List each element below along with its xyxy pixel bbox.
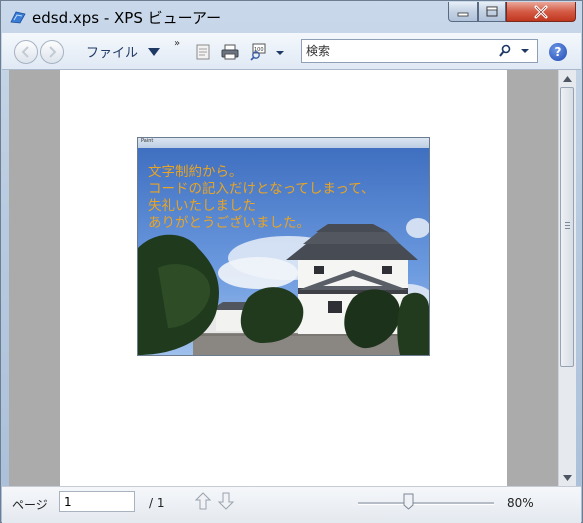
maximize-button[interactable] (478, 2, 506, 22)
search-options-dropdown-icon[interactable] (520, 47, 530, 55)
document-outline-icon[interactable] (194, 43, 212, 61)
next-page-icon[interactable] (218, 492, 234, 510)
title-bar[interactable]: edsd.xps - XPS ビューアー (1, 1, 582, 33)
toolbar-overflow-button[interactable]: » (174, 38, 180, 49)
page-total: / 1 (149, 496, 165, 510)
window-title: edsd.xps - XPS ビューアー (32, 9, 222, 27)
toolbar: ファイル » 100 検索 ? (2, 33, 581, 70)
scroll-up-button[interactable] (559, 70, 576, 87)
zoom-slider-thumb[interactable] (403, 493, 414, 510)
overlay-line: 文字制約から。 (148, 164, 243, 180)
search-box[interactable] (301, 39, 538, 63)
overlay-line: コードの記入だけとなってしまって、 (148, 181, 375, 197)
minimize-icon (457, 12, 469, 16)
overlay-line: ありがとうございました。 (148, 215, 310, 231)
back-arrow-icon (21, 46, 29, 58)
status-bar: ページ / 1 80% (2, 486, 581, 523)
grip-line (565, 222, 570, 223)
search-input[interactable] (306, 42, 486, 60)
back-button[interactable] (14, 40, 38, 64)
scroll-down-button[interactable] (559, 469, 576, 486)
overlay-line: 失礼いたしました (148, 198, 256, 214)
embedded-screenshot-image: Paint 文字制約から。 コードの記入だけとなってしまって、 失礼いたしました… (137, 137, 430, 356)
forward-button[interactable] (40, 40, 64, 64)
xps-viewer-window: edsd.xps - XPS ビューアー ファイル » 100 検索 ? Pai… (0, 0, 583, 523)
overlay-message: 文字制約から。 コードの記入だけとなってしまって、 失礼いたしました ありがとう… (148, 164, 375, 232)
zoom-100-icon[interactable]: 100 (249, 43, 267, 61)
scrollbar-thumb[interactable] (560, 87, 574, 367)
embedded-window-title: Paint (141, 138, 154, 144)
print-icon[interactable] (221, 43, 239, 61)
xps-app-icon (10, 11, 26, 24)
document-page: Paint 文字制約から。 コードの記入だけとなってしまって、 失礼いたしました… (60, 70, 507, 486)
page-label: ページ (12, 498, 48, 512)
grip-line (565, 228, 570, 229)
search-icon[interactable] (498, 44, 512, 58)
vertical-scrollbar[interactable] (558, 70, 576, 486)
embedded-window-titlebar: Paint (138, 138, 429, 148)
file-menu[interactable]: ファイル (86, 42, 138, 61)
help-button[interactable]: ? (549, 43, 567, 61)
maximize-icon (486, 6, 498, 16)
scroll-up-icon (563, 75, 572, 82)
zoom-dropdown-icon[interactable] (273, 43, 287, 61)
close-button[interactable] (506, 2, 576, 22)
scroll-down-icon (563, 474, 572, 481)
zoom-slider-track[interactable] (358, 502, 494, 505)
previous-page-icon[interactable] (195, 492, 211, 510)
zoom-level: 80% (507, 496, 534, 510)
forward-arrow-icon (49, 46, 57, 58)
page-number-input[interactable] (59, 491, 135, 512)
document-viewport[interactable]: Paint 文字制約から。 コードの記入だけとなってしまって、 失礼いたしました… (9, 70, 558, 486)
close-icon (534, 5, 548, 18)
grip-line (565, 225, 570, 226)
file-menu-dropdown-icon[interactable] (148, 48, 160, 56)
minimize-button[interactable] (448, 2, 478, 22)
